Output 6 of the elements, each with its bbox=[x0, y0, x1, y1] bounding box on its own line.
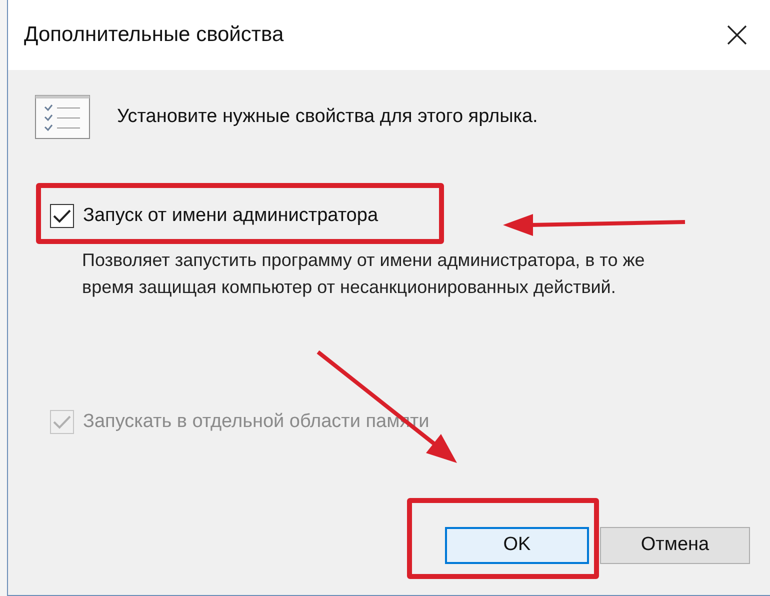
window-title: Дополнительные свойства bbox=[24, 22, 284, 48]
description-text: Позволяет запустить программу от имени администратора, в то же время защищая компьютер от несанкционированных действий. bbox=[82, 248, 646, 299]
header-text: Установите нужные свойства для этого ярлыка. bbox=[117, 104, 538, 129]
dialog-button[interactable]: Отмена bbox=[600, 527, 750, 564]
checkbox-label[interactable]: Запуск от имени администратора bbox=[83, 202, 378, 230]
dialog-button[interactable]: OK bbox=[445, 527, 589, 564]
